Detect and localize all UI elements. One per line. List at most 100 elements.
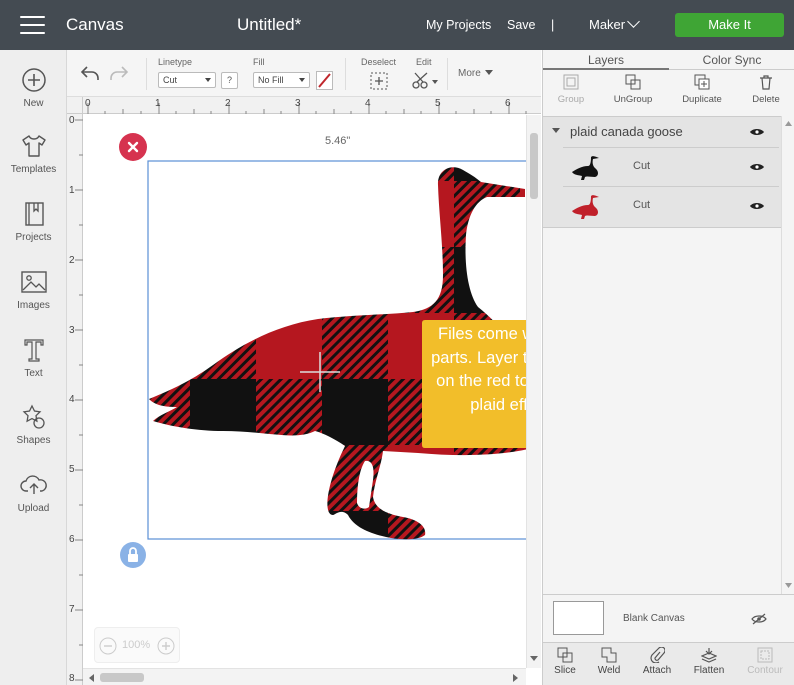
sidebar-item-label: Images (17, 300, 50, 311)
delete-button[interactable]: Delete (741, 74, 791, 105)
weld-icon (601, 647, 617, 663)
blank-canvas-label: Blank Canvas (623, 613, 685, 624)
canvas-vertical-scrollbar[interactable] (526, 115, 541, 668)
linetype-select[interactable]: Cut (158, 72, 216, 88)
edit-toolbar: Linetype Cut ? Fill No Fill Deselect Edi… (67, 50, 541, 97)
zoom-out-icon[interactable] (99, 637, 117, 655)
group-button[interactable]: Group (546, 74, 596, 105)
sidebar-item-shapes[interactable]: Shapes (0, 403, 67, 446)
group-icon (563, 74, 579, 90)
sidebar-item-text[interactable]: Text (0, 336, 67, 379)
ruler-label: 0 (85, 98, 91, 109)
scroll-right-icon[interactable] (513, 674, 519, 682)
blank-canvas-swatch[interactable] (553, 601, 604, 635)
ruler-label: 3 (295, 98, 301, 109)
ungroup-button[interactable]: UnGroup (608, 74, 658, 105)
ruler-label: 2 (69, 255, 75, 266)
slice-icon (557, 647, 573, 663)
canvas-horizontal-scrollbar[interactable] (83, 668, 526, 685)
group-label: Group (557, 94, 585, 105)
layer-row[interactable]: Cut (563, 147, 779, 185)
zoom-in-icon[interactable] (157, 637, 175, 655)
tab-color-sync[interactable]: Color Sync (669, 50, 794, 70)
edit-scissors-icon[interactable] (411, 72, 439, 90)
layer-group-row[interactable]: plaid canada goose (543, 117, 781, 147)
undo-icon[interactable] (80, 64, 100, 82)
ungroup-label: UnGroup (613, 94, 653, 105)
header-separator: | (551, 18, 555, 32)
cloud-upload-icon (19, 475, 47, 494)
layer-label: Cut (633, 199, 651, 211)
attach-button[interactable]: Attach (635, 647, 679, 676)
plus-circle-icon (21, 68, 46, 92)
ruler-label: 5 (69, 464, 75, 475)
scroll-down-icon[interactable] (785, 583, 792, 588)
layer-row[interactable]: Cut (563, 186, 779, 224)
no-fill-color-swatch[interactable] (316, 71, 333, 90)
ruler-label: 2 (225, 98, 231, 109)
chevron-down-icon[interactable] (485, 70, 493, 76)
design-canvas[interactable]: 5.46" Files come with two parts. Layer t… (83, 115, 526, 668)
width-readout: 5.46" (325, 135, 351, 147)
sidebar-item-label: Templates (10, 164, 57, 175)
toolbar-divider (447, 58, 448, 90)
save-button[interactable]: Save (507, 18, 536, 32)
lock-proportions-button[interactable] (120, 542, 146, 568)
fill-select[interactable]: No Fill (253, 72, 310, 88)
app-title: Canvas (66, 15, 124, 34)
chevron-down-icon[interactable] (627, 15, 640, 28)
left-sidebar: New Templates Projects Images Text Shape… (0, 50, 67, 685)
layers-scrollbar[interactable] (781, 116, 794, 594)
scroll-up-icon[interactable] (785, 121, 792, 126)
menu-icon[interactable] (20, 16, 45, 34)
flatten-icon (701, 648, 717, 663)
slice-button[interactable]: Slice (543, 647, 587, 676)
sidebar-item-templates[interactable]: Templates (0, 132, 67, 175)
scroll-left-icon[interactable] (89, 674, 95, 682)
document-title[interactable]: Untitled* (237, 15, 301, 35)
ruler-label: 6 (505, 98, 511, 109)
sidebar-item-projects[interactable]: Projects (0, 200, 67, 243)
eye-icon[interactable] (750, 202, 764, 210)
scroll-thumb[interactable] (100, 673, 144, 682)
slice-label: Slice (554, 665, 576, 676)
fill-label: Fill (253, 57, 265, 67)
sidebar-item-new[interactable]: New (0, 66, 67, 109)
sidebar-item-images[interactable]: Images (0, 268, 67, 311)
eye-hidden-icon[interactable] (751, 613, 767, 625)
linetype-label: Linetype (158, 57, 193, 67)
help-button[interactable]: ? (221, 72, 238, 89)
duplicate-label: Duplicate (682, 94, 722, 105)
ruler-label: 6 (69, 534, 75, 545)
sidebar-item-label: Projects (15, 232, 52, 243)
tab-layers[interactable]: Layers (543, 50, 669, 70)
layer-group-name: plaid canada goose (570, 124, 683, 139)
top-bar: Canvas Untitled* My Projects Save | Make… (0, 0, 794, 50)
machine-select[interactable]: Maker (589, 17, 625, 32)
scroll-thumb[interactable] (530, 133, 538, 199)
callout-text: Files come with two parts. Layer the bla… (431, 325, 526, 414)
flatten-button[interactable]: Flatten (687, 647, 731, 676)
ruler-label: 4 (365, 98, 371, 109)
deselect-icon[interactable] (370, 72, 388, 90)
chevron-down-icon[interactable] (552, 128, 560, 134)
delete-selection-button[interactable] (119, 133, 147, 161)
contour-button[interactable]: Contour (743, 647, 787, 676)
redo-icon[interactable] (109, 64, 129, 82)
goose-red-thumbnail-icon (572, 195, 599, 219)
my-projects-link[interactable]: My Projects (426, 18, 491, 32)
duplicate-button[interactable]: Duplicate (677, 74, 727, 105)
layers-panel: Layers Color Sync Group UnGroup Duplicat… (542, 50, 794, 685)
bottom-toolbar: Slice Weld Attach Flatten Contour (543, 642, 794, 685)
contour-icon (757, 647, 773, 663)
shapes-icon (22, 404, 45, 429)
more-menu[interactable]: More (458, 68, 481, 79)
eye-icon[interactable] (750, 163, 764, 171)
scroll-down-icon[interactable] (530, 656, 538, 662)
delete-label: Delete (752, 94, 780, 105)
weld-button[interactable]: Weld (587, 647, 631, 676)
sidebar-item-upload[interactable]: Upload (0, 471, 67, 514)
make-it-button[interactable]: Make It (675, 13, 784, 37)
eye-icon[interactable] (750, 128, 764, 136)
blank-canvas-row[interactable]: Blank Canvas (543, 594, 794, 642)
